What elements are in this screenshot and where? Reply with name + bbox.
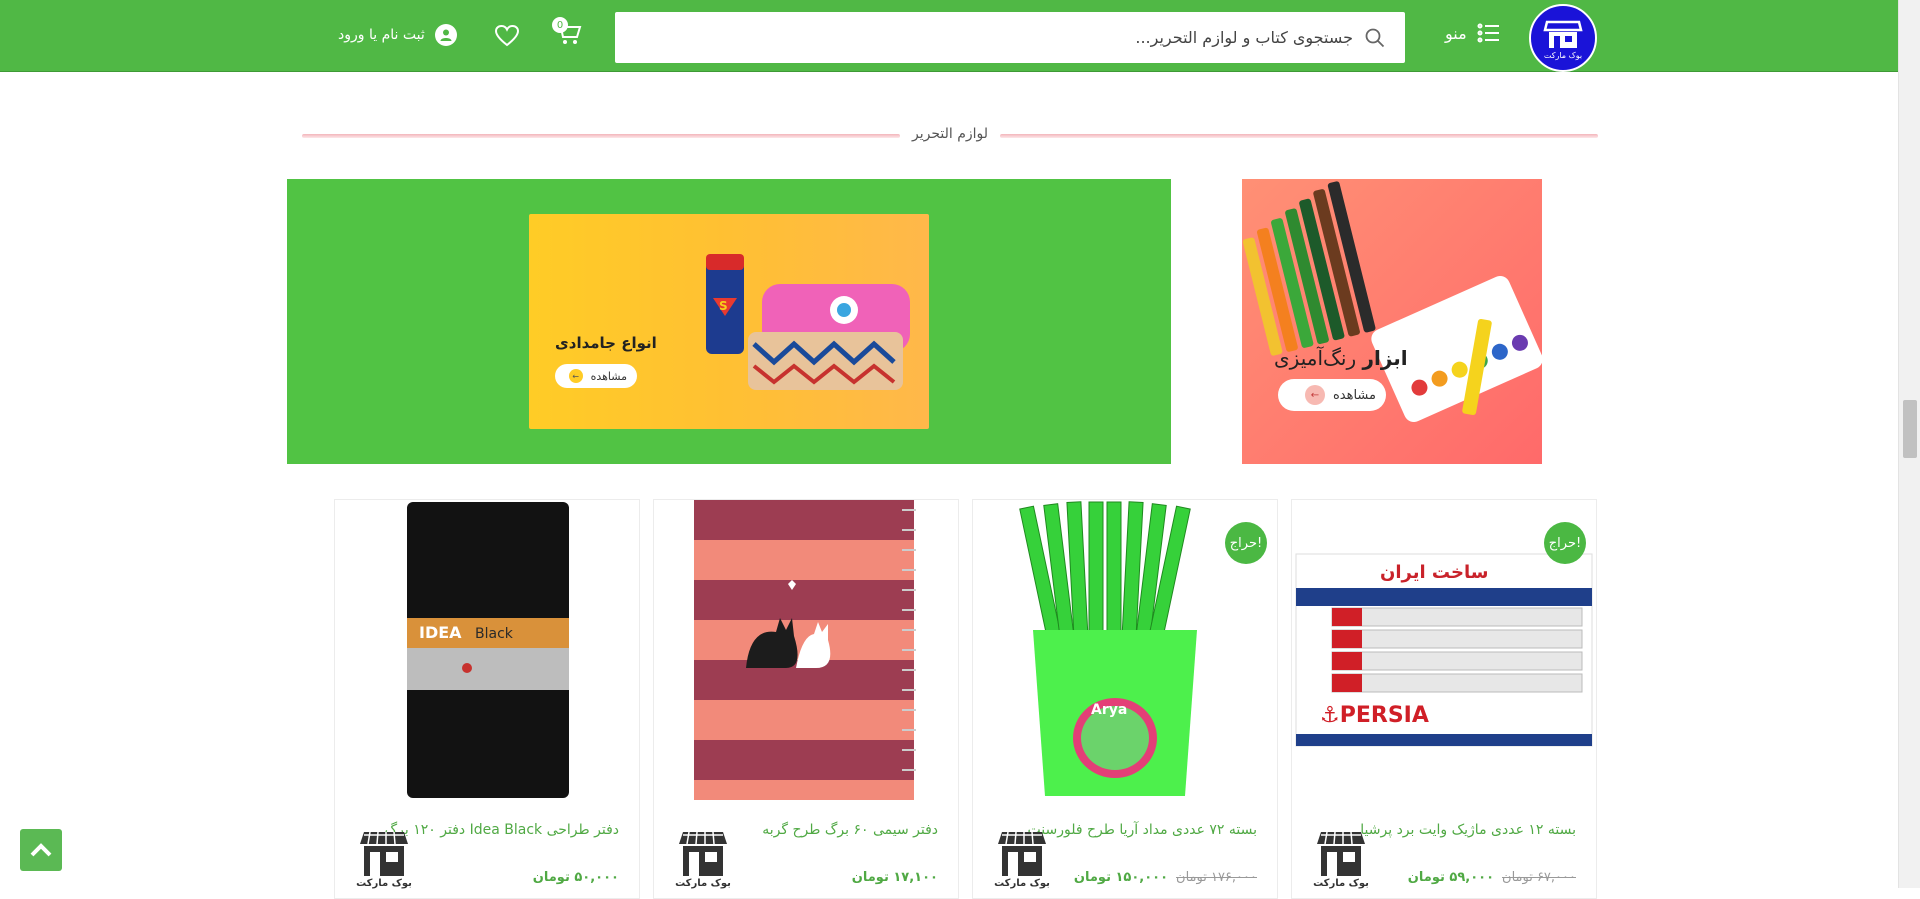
svg-text:S: S	[719, 299, 728, 313]
logo-text: بوک مارکت	[1543, 51, 1583, 60]
user-icon	[434, 24, 457, 46]
product-image[interactable]	[654, 500, 958, 800]
product-name[interactable]: بسته ۷۲ عددی مداد آریا طرح فلورسنت	[1028, 822, 1257, 838]
watermark-text: بوک مارکت	[675, 878, 731, 889]
paint-tools-view-button[interactable]: مشاهده ←	[1278, 379, 1386, 411]
watermark-text: بوک مارکت	[356, 878, 412, 889]
product-price: ۵۰,۰۰۰ تومان	[533, 870, 619, 885]
menu-button[interactable]: منو	[1445, 22, 1501, 44]
product-grid: IDEA Black بوک مارکت دفتر طراحی Idea Bla…	[334, 499, 1598, 899]
watermark-text: بوک مارکت	[1313, 878, 1369, 889]
store-logo-icon	[679, 831, 727, 876]
arrow-left-icon: ←	[1304, 385, 1325, 405]
paint-tools-title: ابزار رنگ‌آمیزی	[1274, 346, 1408, 370]
paint-tools-title-bold: ابزار	[1362, 346, 1408, 370]
arrow-up-icon	[30, 843, 52, 857]
view-button-label: مشاهده	[1332, 387, 1376, 403]
view-button-label: مشاهده	[590, 369, 627, 383]
paint-tools-banner[interactable]: ابزار رنگ‌آمیزی مشاهده ←	[1242, 179, 1542, 464]
paint-tools-title-rest: رنگ‌آمیزی	[1274, 346, 1357, 370]
sale-badge: حراج!	[1544, 522, 1586, 564]
page-scrollbar[interactable]	[1898, 0, 1920, 888]
pencil-cases-view-button[interactable]: مشاهده ←	[555, 364, 637, 388]
store-watermark: بوک مارکت	[349, 828, 419, 896]
section-title: لوازم التحریر	[911, 126, 989, 142]
store-logo-icon	[1543, 20, 1583, 48]
search-box[interactable]	[615, 12, 1405, 63]
store-logo-icon	[998, 831, 1046, 876]
store-logo-icon	[360, 831, 408, 876]
login-label: ثبت نام یا ورود	[338, 27, 425, 43]
store-watermark: بوک مارکت	[987, 828, 1057, 896]
menu-label: منو	[1445, 23, 1467, 43]
product-card[interactable]: IDEA Black بوک مارکت دفتر طراحی Idea Bla…	[334, 499, 640, 899]
svg-text:⚓PERSIA: ⚓PERSIA	[1320, 703, 1429, 728]
old-price: ۱۷۶,۰۰۰ تومان	[1176, 870, 1257, 885]
current-price: ۱۷,۱۰۰ تومان	[851, 870, 938, 885]
product-card[interactable]: بوک مارکت دفتر سیمی ۶۰ برگ طرح گربه ۱۷,۱…	[653, 499, 959, 899]
crayons-image	[1242, 181, 1542, 422]
current-price: ۵۹,۰۰۰ تومان	[1407, 870, 1495, 885]
product-price: ۱۷,۱۰۰ تومان	[852, 870, 938, 885]
store-logo-icon	[1317, 831, 1365, 876]
scrollbar-thumb[interactable]	[1903, 400, 1917, 458]
heart-icon[interactable]	[494, 24, 520, 48]
pencil-cases-title: انواع جامدادی	[555, 334, 657, 352]
current-price: ۵۰,۰۰۰ تومان	[532, 870, 619, 885]
arrow-left-icon: ←	[568, 369, 583, 383]
old-price: ۶۷,۰۰۰ تومان	[1502, 870, 1576, 885]
product-name[interactable]: دفتر سیمی ۶۰ برگ طرح گربه	[762, 822, 938, 838]
watermark-text: بوک مارکت	[994, 878, 1050, 889]
product-card[interactable]: حراج! Arya بوک مارکت بسته ۷۲ عددی مداد آ…	[972, 499, 1278, 899]
store-watermark: بوک مارکت	[668, 828, 738, 896]
current-price: ۱۵۰,۰۰۰ تومان	[1073, 870, 1169, 885]
svg-text:Black: Black	[475, 626, 514, 642]
sale-badge: حراج!	[1225, 522, 1267, 564]
store-watermark: بوک مارکت	[1306, 828, 1376, 896]
svg-text:IDEA: IDEA	[419, 623, 462, 642]
pencil-cases-promo[interactable]: S انواع جامدادی مشاهده ←	[529, 214, 929, 429]
search-icon[interactable]	[1365, 28, 1385, 48]
search-input[interactable]	[713, 28, 1353, 47]
svg-text:Arya: Arya	[1091, 702, 1127, 718]
top-header-bar: بوک مارکت منو 0 ثبت نام یا ورود	[0, 0, 1898, 72]
back-to-top-button[interactable]	[20, 829, 62, 871]
site-logo[interactable]: بوک مارکت	[1529, 4, 1597, 72]
product-name[interactable]: دفتر طراحی Idea Black دفتر ۱۲۰ برگ	[385, 822, 619, 838]
product-price: ۶۷,۰۰۰ تومان ۵۹,۰۰۰ تومان	[1408, 870, 1576, 885]
pencil-cases-banner[interactable]: S انواع جامدادی مشاهده ←	[287, 179, 1171, 464]
pencil-cases-image: S	[706, 254, 910, 390]
menu-icon	[1477, 23, 1499, 43]
product-card[interactable]: حراج! ساخت ایران ⚓PERSIA بوک مارکت بسته …	[1291, 499, 1597, 899]
cart-count-badge: 0	[552, 17, 568, 33]
login-register-link[interactable]: ثبت نام یا ورود	[338, 24, 457, 46]
product-price: ۱۷۶,۰۰۰ تومان ۱۵۰,۰۰۰ تومان	[1074, 870, 1257, 885]
svg-text:ساخت ایران: ساخت ایران	[1380, 562, 1488, 583]
section-heading: لوازم التحریر	[302, 124, 1598, 148]
product-name[interactable]: بسته ۱۲ عددی ماژیک وایت برد پرشیا	[1360, 822, 1576, 838]
product-image[interactable]: IDEA Black	[335, 500, 639, 800]
